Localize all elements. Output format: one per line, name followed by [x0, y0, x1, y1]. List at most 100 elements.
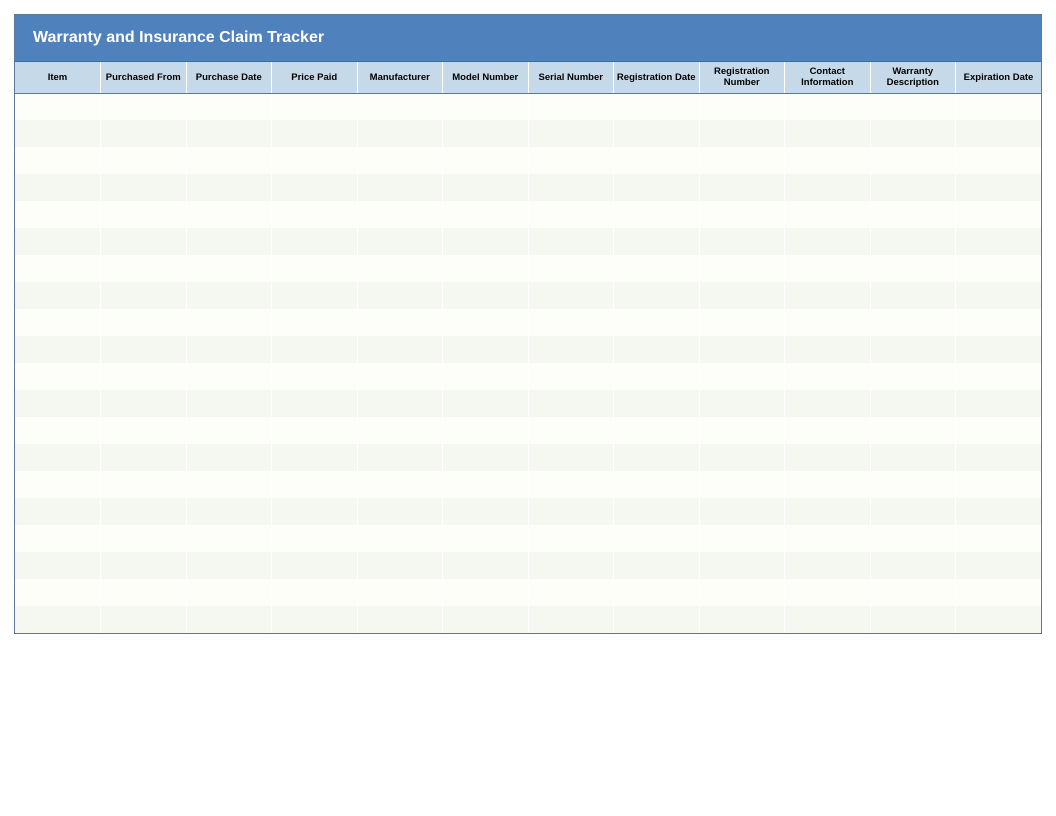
table-cell[interactable]	[699, 93, 785, 120]
table-cell[interactable]	[785, 363, 871, 390]
table-cell[interactable]	[357, 552, 443, 579]
table-cell[interactable]	[785, 228, 871, 255]
table-cell[interactable]	[528, 93, 614, 120]
table-cell[interactable]	[443, 606, 529, 633]
table-cell[interactable]	[443, 336, 529, 363]
table-cell[interactable]	[699, 120, 785, 147]
table-cell[interactable]	[15, 525, 101, 552]
table-cell[interactable]	[443, 471, 529, 498]
table-cell[interactable]	[443, 498, 529, 525]
table-cell[interactable]	[186, 525, 272, 552]
table-cell[interactable]	[870, 390, 956, 417]
table-cell[interactable]	[614, 417, 700, 444]
table-cell[interactable]	[614, 174, 700, 201]
table-cell[interactable]	[357, 282, 443, 309]
table-cell[interactable]	[272, 120, 358, 147]
table-cell[interactable]	[614, 228, 700, 255]
table-cell[interactable]	[357, 363, 443, 390]
table-cell[interactable]	[15, 201, 101, 228]
table-cell[interactable]	[528, 417, 614, 444]
table-cell[interactable]	[101, 390, 187, 417]
table-cell[interactable]	[956, 282, 1042, 309]
table-cell[interactable]	[870, 282, 956, 309]
table-cell[interactable]	[956, 552, 1042, 579]
table-cell[interactable]	[528, 147, 614, 174]
table-cell[interactable]	[101, 336, 187, 363]
table-cell[interactable]	[614, 579, 700, 606]
table-cell[interactable]	[272, 174, 358, 201]
table-cell[interactable]	[101, 579, 187, 606]
table-cell[interactable]	[956, 390, 1042, 417]
table-cell[interactable]	[956, 201, 1042, 228]
table-cell[interactable]	[785, 147, 871, 174]
table-cell[interactable]	[357, 579, 443, 606]
table-cell[interactable]	[186, 309, 272, 336]
table-cell[interactable]	[272, 336, 358, 363]
table-cell[interactable]	[785, 390, 871, 417]
table-cell[interactable]	[15, 282, 101, 309]
table-cell[interactable]	[357, 525, 443, 552]
table-cell[interactable]	[443, 282, 529, 309]
table-cell[interactable]	[186, 336, 272, 363]
table-cell[interactable]	[956, 309, 1042, 336]
table-cell[interactable]	[614, 390, 700, 417]
table-cell[interactable]	[357, 309, 443, 336]
table-cell[interactable]	[443, 201, 529, 228]
table-cell[interactable]	[272, 471, 358, 498]
table-cell[interactable]	[528, 309, 614, 336]
table-cell[interactable]	[186, 93, 272, 120]
table-cell[interactable]	[186, 444, 272, 471]
table-cell[interactable]	[528, 471, 614, 498]
table-cell[interactable]	[528, 606, 614, 633]
table-cell[interactable]	[699, 255, 785, 282]
table-cell[interactable]	[699, 525, 785, 552]
table-cell[interactable]	[956, 417, 1042, 444]
table-cell[interactable]	[186, 498, 272, 525]
table-cell[interactable]	[785, 120, 871, 147]
table-cell[interactable]	[956, 147, 1042, 174]
table-cell[interactable]	[870, 498, 956, 525]
table-cell[interactable]	[614, 201, 700, 228]
table-cell[interactable]	[101, 228, 187, 255]
table-cell[interactable]	[785, 255, 871, 282]
table-cell[interactable]	[272, 444, 358, 471]
table-cell[interactable]	[101, 93, 187, 120]
table-cell[interactable]	[272, 93, 358, 120]
table-cell[interactable]	[699, 201, 785, 228]
table-cell[interactable]	[15, 363, 101, 390]
table-cell[interactable]	[272, 417, 358, 444]
table-cell[interactable]	[101, 498, 187, 525]
table-cell[interactable]	[870, 606, 956, 633]
table-cell[interactable]	[870, 525, 956, 552]
table-cell[interactable]	[956, 228, 1042, 255]
table-cell[interactable]	[614, 336, 700, 363]
table-cell[interactable]	[272, 498, 358, 525]
table-cell[interactable]	[186, 174, 272, 201]
table-cell[interactable]	[528, 579, 614, 606]
table-cell[interactable]	[443, 417, 529, 444]
table-cell[interactable]	[699, 579, 785, 606]
table-cell[interactable]	[101, 606, 187, 633]
table-cell[interactable]	[15, 93, 101, 120]
table-cell[interactable]	[186, 417, 272, 444]
table-cell[interactable]	[785, 282, 871, 309]
table-cell[interactable]	[186, 255, 272, 282]
table-cell[interactable]	[357, 417, 443, 444]
table-cell[interactable]	[528, 525, 614, 552]
table-cell[interactable]	[101, 174, 187, 201]
table-cell[interactable]	[699, 471, 785, 498]
table-cell[interactable]	[357, 255, 443, 282]
table-cell[interactable]	[15, 336, 101, 363]
table-cell[interactable]	[101, 471, 187, 498]
table-cell[interactable]	[357, 174, 443, 201]
table-cell[interactable]	[443, 444, 529, 471]
table-cell[interactable]	[186, 228, 272, 255]
table-cell[interactable]	[528, 174, 614, 201]
table-cell[interactable]	[272, 525, 358, 552]
table-cell[interactable]	[272, 228, 358, 255]
table-cell[interactable]	[357, 93, 443, 120]
table-cell[interactable]	[870, 147, 956, 174]
table-cell[interactable]	[785, 579, 871, 606]
table-cell[interactable]	[15, 417, 101, 444]
table-cell[interactable]	[528, 498, 614, 525]
